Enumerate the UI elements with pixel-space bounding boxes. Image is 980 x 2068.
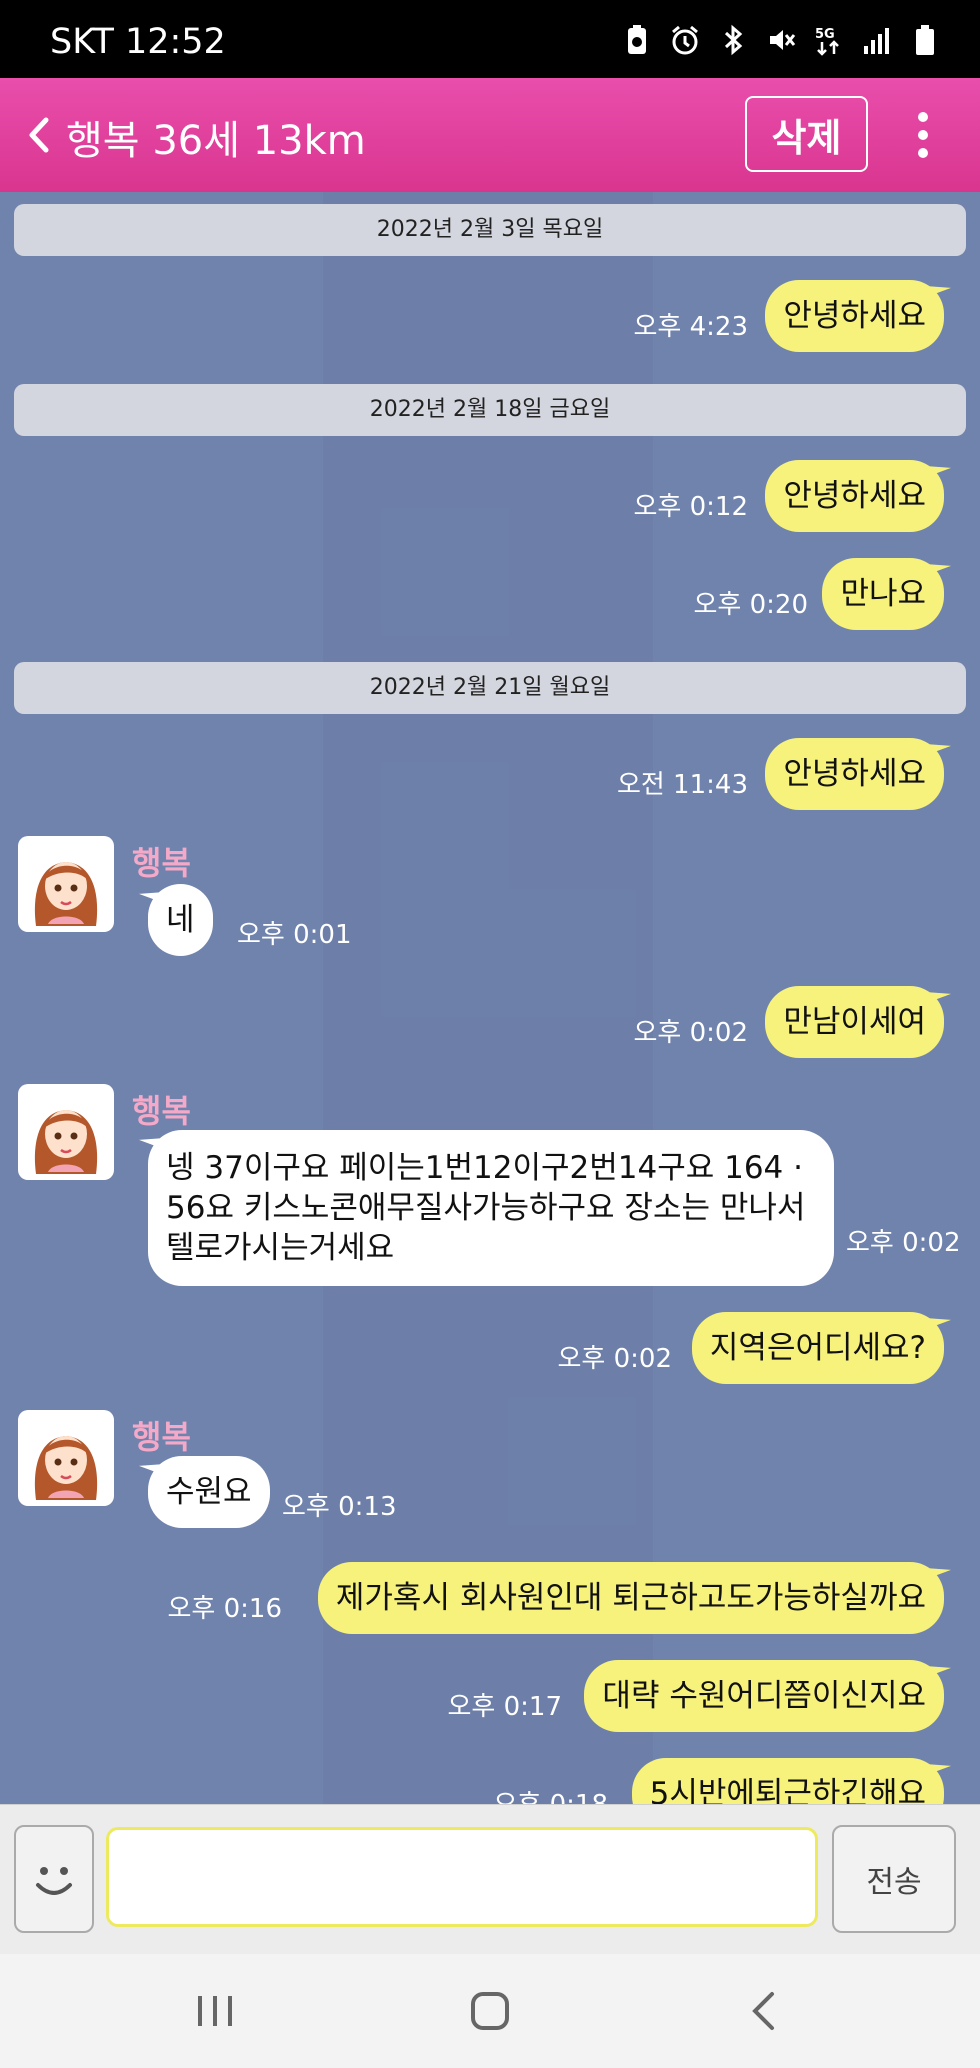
avatar-girl-icon [34,1436,98,1500]
message-bubble-received[interactable]: 수원요 [148,1456,270,1528]
message-time: 오후 0:20 [693,590,809,620]
message-input[interactable] [106,1827,818,1927]
message-list[interactable]: 2022년 2월 3일 목요일 오후 4:23 안녕하세요 2022년 2월 1… [0,192,980,1804]
alarm-icon [672,25,698,55]
message-time: 오후 0:02 [633,1018,749,1048]
back-nav-icon[interactable] [740,1986,790,2036]
date-separator: 2022년 2월 3일 목요일 [14,204,966,256]
message-time: 오후 0:17 [447,1692,563,1722]
avatar-girl-icon [34,1110,98,1174]
date-separator: 2022년 2월 18일 금요일 [14,384,966,436]
message-bubble-received[interactable]: 넹 37이구요 페이는1번12이구2번14구요 164 · 56요 키스노콘애무… [148,1130,834,1286]
message-time: 오후 0:13 [282,1492,397,1522]
mute-icon [770,30,796,50]
more-options-icon[interactable] [908,108,938,162]
message-bubble-sent[interactable]: 안녕하세요 [765,280,944,352]
message-bubble-sent[interactable]: 만나요 [822,558,944,630]
delete-button[interactable]: 삭제 [745,96,868,172]
message-time: 오후 0:18 [494,1784,609,1804]
chat-title: 행복 36세 13km [66,118,366,164]
message-bubble-sent[interactable]: 만남이세여 [765,986,944,1058]
avatar[interactable] [18,1084,114,1180]
message-time: 오후 0:02 [557,1344,673,1374]
bluetooth-icon [724,24,743,56]
avatar[interactable] [18,1410,114,1506]
status-icons: 5G [622,24,940,56]
sender-name: 행복 [132,1418,191,1456]
system-nav-bar [0,1954,980,2068]
send-button[interactable]: 전송 [832,1825,956,1933]
message-bubble-sent[interactable]: 안녕하세요 [765,738,944,810]
recent-apps-icon[interactable] [190,1986,240,2036]
message-bubble-sent[interactable]: 대략 수원어디쯤이신지요 [584,1660,944,1732]
message-time: 오후 0:02 [846,1228,961,1258]
message-time: 오후 4:23 [633,312,749,342]
message-bubble-sent[interactable]: 제가혹시 회사원인대 퇴근하고도가능하실까요 [317,1562,944,1634]
battery-saver-icon [628,25,646,54]
home-icon[interactable] [465,1986,515,2036]
message-bubble-sent[interactable]: 안녕하세요 [765,460,944,532]
message-time: 오후 0:01 [237,920,352,950]
battery-icon [916,25,934,55]
message-composer: 전송 [0,1804,980,1954]
svg-text:5G: 5G [815,27,835,42]
message-bubble-sent[interactable]: 5시반에퇴근하긴해요 [631,1758,944,1804]
message-time: 오후 0:16 [167,1594,283,1624]
carrier-time: SKT 12:52 [50,22,226,62]
message-time: 오후 0:12 [633,492,749,522]
emoji-button[interactable] [14,1825,94,1933]
sender-name: 행복 [132,844,191,882]
avatar-girl-icon [34,862,98,926]
back-arrow-icon[interactable] [20,112,56,158]
date-separator: 2022년 2월 21일 월요일 [14,662,966,714]
status-bar: SKT 12:52 5G [0,0,980,78]
message-bubble-sent[interactable]: 지역은어디세요? [691,1312,944,1384]
signal-icon [864,28,889,54]
message-time: 오전 11:43 [616,770,748,800]
avatar[interactable] [18,836,114,932]
sender-name: 행복 [132,1092,191,1130]
smiley-icon [36,1867,72,1895]
5g-icon: 5G [815,27,839,56]
message-bubble-received[interactable]: 네 [148,884,213,956]
chat-header: 행복 36세 13km 삭제 [0,78,980,192]
